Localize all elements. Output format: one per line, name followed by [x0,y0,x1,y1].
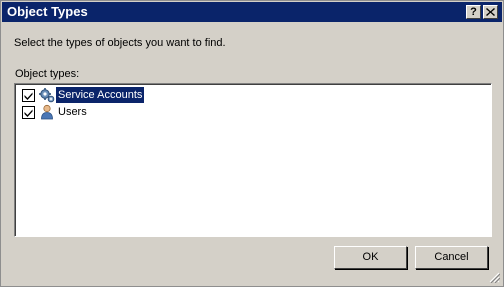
title-bar[interactable]: Object Types ? [2,2,502,22]
instruction-text: Select the types of objects you want to … [14,37,226,49]
object-types-list[interactable]: Service Accounts Users [14,83,492,237]
list-item-label: Users [58,106,87,118]
cancel-button[interactable]: Cancel [415,246,488,269]
user-icon [41,104,53,120]
close-icon [486,8,495,16]
object-types-label: Object types: [15,68,80,80]
checkmark-icon [24,109,33,117]
help-button[interactable]: ? [466,5,481,19]
list-item-label: Service Accounts [56,87,145,103]
service-accounts-checkbox[interactable] [22,89,35,102]
checkmark-icon [24,92,33,100]
users-checkbox[interactable] [22,106,35,119]
object-types-dialog: Object Types ? Select the types of objec… [0,0,504,287]
service-accounts-gear-icon [39,88,55,103]
ok-button[interactable]: OK [334,246,407,269]
resize-grip-icon[interactable] [488,271,500,283]
close-button[interactable] [483,5,498,19]
window-title: Object Types [7,4,88,19]
